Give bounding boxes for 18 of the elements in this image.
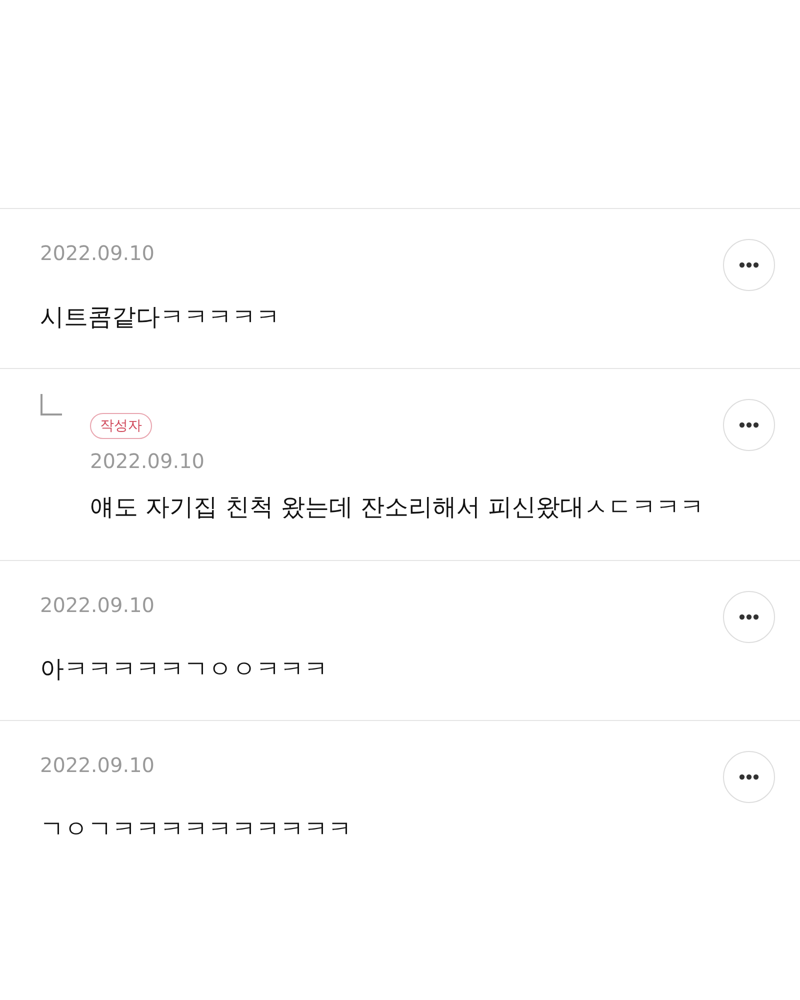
more-icon <box>739 614 759 620</box>
more-icon <box>739 774 759 780</box>
comment-date: 2022.09.10 <box>90 448 205 475</box>
comment-text: ㄱㅇㄱㅋㅋㅋㅋㅋㅋㅋㅋㅋㅋ <box>40 814 353 845</box>
more-button[interactable] <box>723 399 775 451</box>
comment-date: 2022.09.10 <box>40 752 155 779</box>
more-icon <box>739 422 759 428</box>
reply-indicator-icon <box>40 394 62 416</box>
author-badge: 작성자 <box>90 413 152 439</box>
more-button[interactable] <box>723 591 775 643</box>
more-button[interactable] <box>723 239 775 291</box>
more-icon <box>739 262 759 268</box>
comment-date: 2022.09.10 <box>40 240 155 267</box>
comment-text: 시트콤같다ㅋㅋㅋㅋㅋ <box>40 302 281 333</box>
more-button[interactable] <box>723 751 775 803</box>
comment-date: 2022.09.10 <box>40 592 155 619</box>
comment-text: 얘도 자기집 친척 왔는데 잔소리해서 피신왔대ㅅㄷㅋㅋㅋ <box>90 492 706 523</box>
comment-text: 아ㅋㅋㅋㅋㅋㄱㅇㅇㅋㅋㅋ <box>40 654 329 685</box>
